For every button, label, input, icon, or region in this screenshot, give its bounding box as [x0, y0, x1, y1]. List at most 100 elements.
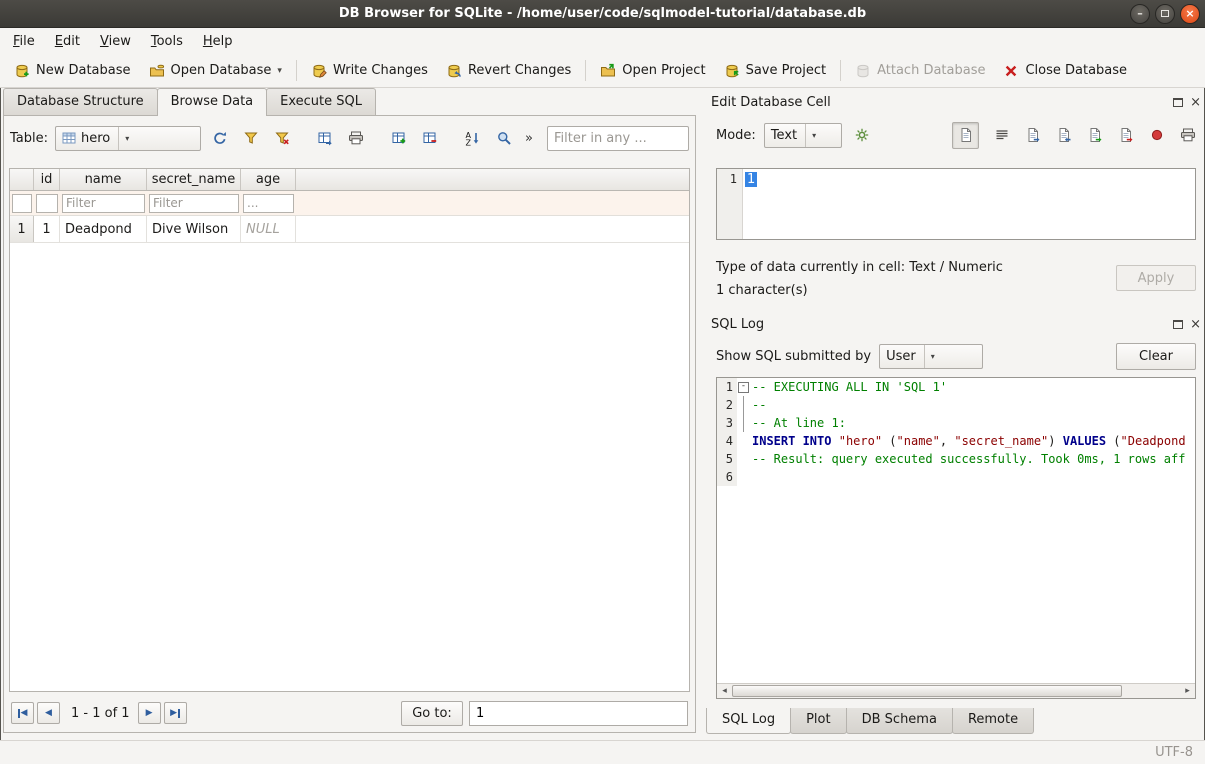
cell-editor[interactable]: 1 1	[716, 168, 1196, 240]
delete-record-icon[interactable]	[418, 126, 442, 150]
open-file-icon[interactable]	[1025, 127, 1041, 143]
column-header-age[interactable]: age	[241, 169, 296, 190]
right-panel: Edit Database Cell × Mode: Text ▾	[706, 88, 1205, 740]
line-number: 6	[717, 468, 737, 486]
filter-input-rownum[interactable]	[12, 194, 32, 213]
cell-name[interactable]: Deadpond	[60, 216, 147, 242]
fold-marker-icon[interactable]	[737, 378, 750, 396]
filter-input-name[interactable]	[62, 194, 145, 213]
first-record-button[interactable]: ◀	[11, 702, 34, 724]
cell-secret-name[interactable]: Dive Wilson	[147, 216, 241, 242]
cell-id[interactable]: 1	[34, 216, 60, 242]
close-panel-icon[interactable]: ×	[1190, 319, 1201, 330]
line-number: 3	[717, 414, 737, 432]
column-header-id[interactable]: id	[34, 169, 60, 190]
revert-changes-button[interactable]: Revert Changes	[437, 59, 580, 83]
sql-log-line: 2--	[717, 396, 1195, 414]
insert-record-icon[interactable]	[387, 126, 411, 150]
clear-filter-icon[interactable]	[270, 126, 294, 150]
horizontal-scrollbar[interactable]: ◂ ▸	[717, 683, 1195, 698]
sql-log-dock-icons: ×	[1173, 319, 1201, 330]
overflow-chevron[interactable]: »	[523, 131, 535, 146]
scrollbar-thumb[interactable]	[732, 685, 1122, 697]
close-button[interactable]: ×	[1180, 4, 1200, 24]
export-table-icon[interactable]	[313, 126, 337, 150]
main-area: Database Structure Browse Data Execute S…	[0, 88, 1205, 740]
filter-any-input[interactable]	[547, 126, 689, 151]
sql-log-code[interactable]: 1-- EXECUTING ALL IN 'SQL 1'2--3-- At li…	[717, 378, 1195, 683]
print-icon[interactable]	[1180, 127, 1196, 143]
close-database-button[interactable]: Close Database	[994, 59, 1136, 83]
tab-db-schema[interactable]: DB Schema	[846, 708, 953, 734]
clear-button[interactable]: Clear	[1116, 343, 1196, 370]
sort-icon[interactable]: AZ	[461, 126, 485, 150]
write-changes-button[interactable]: Write Changes	[302, 59, 437, 83]
table-row[interactable]: 11DeadpondDive WilsonNULL	[10, 216, 689, 243]
row-number: 1	[10, 216, 34, 242]
minimize-button[interactable]: –	[1130, 4, 1150, 24]
open-project-button[interactable]: Open Project	[591, 59, 714, 83]
mode-selector[interactable]: Text ▾	[764, 123, 842, 148]
column-header-name[interactable]: name	[60, 169, 147, 190]
set-null-icon[interactable]	[1149, 127, 1165, 143]
menu-file[interactable]: File	[3, 30, 45, 53]
float-panel-icon[interactable]	[1173, 320, 1183, 329]
cell-age[interactable]: NULL	[241, 216, 296, 242]
sql-log-view[interactable]: 1-- EXECUTING ALL IN 'SQL 1'2--3-- At li…	[716, 377, 1196, 699]
close-panel-icon[interactable]: ×	[1190, 97, 1201, 108]
text-mode-toggle[interactable]	[952, 122, 979, 149]
filter-input-id[interactable]	[36, 194, 58, 213]
filter-input-secret_name[interactable]	[149, 194, 239, 213]
previous-record-button[interactable]: ◀	[37, 702, 60, 724]
first-record-icon	[18, 709, 20, 718]
filter-row-filler	[296, 191, 689, 215]
tab-plot[interactable]: Plot	[790, 708, 847, 734]
menu-view[interactable]: View	[90, 30, 141, 53]
tab-database-structure[interactable]: Database Structure	[3, 88, 158, 115]
open-database-button[interactable]: Open Database ▾	[140, 59, 291, 83]
save-file-icon[interactable]	[1056, 127, 1072, 143]
open-database-dropdown-icon[interactable]: ▾	[277, 66, 282, 79]
save-project-label: Save Project	[746, 63, 827, 78]
filter-input-age[interactable]	[243, 194, 294, 213]
tab-sql-log[interactable]: SQL Log	[706, 708, 791, 734]
database-close-icon	[1003, 63, 1019, 79]
save-project-button[interactable]: Save Project	[715, 59, 836, 83]
scroll-left-icon[interactable]: ◂	[717, 686, 732, 696]
scroll-right-icon[interactable]: ▸	[1180, 686, 1195, 696]
mode-selector-value: Text	[771, 128, 797, 143]
filter-cell	[147, 191, 241, 215]
print-icon[interactable]	[344, 126, 368, 150]
export-icon[interactable]	[1118, 127, 1134, 143]
goto-button[interactable]: Go to:	[401, 701, 463, 726]
column-header-secret_name[interactable]: secret_name	[147, 169, 241, 190]
tab-remote[interactable]: Remote	[952, 708, 1034, 734]
menu-tools[interactable]: Tools	[141, 30, 193, 53]
record-range: 1 - 1 of 1	[71, 706, 130, 721]
maximize-button[interactable]	[1155, 4, 1175, 24]
find-record-icon[interactable]	[492, 126, 516, 150]
new-database-button[interactable]: New Database	[5, 59, 140, 83]
filter-cell	[241, 191, 296, 215]
tab-execute-sql[interactable]: Execute SQL	[266, 88, 376, 115]
sql-source-selector[interactable]: User ▾	[879, 344, 983, 369]
grid-body: 11DeadpondDive WilsonNULL	[10, 216, 689, 243]
fold-gutter	[737, 468, 750, 486]
toolbar-separator	[585, 60, 586, 81]
filter-icon[interactable]	[239, 126, 263, 150]
word-wrap-icon[interactable]	[994, 127, 1010, 143]
float-panel-icon[interactable]	[1173, 98, 1183, 107]
table-selector[interactable]: hero ▾	[55, 126, 201, 151]
import-icon[interactable]	[1087, 127, 1103, 143]
cell-editor-content[interactable]: 1	[743, 169, 759, 239]
last-record-button[interactable]: ▶	[164, 702, 187, 724]
refresh-icon[interactable]	[208, 126, 232, 150]
dock-tabs: SQL Log Plot DB Schema Remote	[706, 708, 1033, 734]
menu-edit[interactable]: Edit	[45, 30, 90, 53]
tab-browse-data[interactable]: Browse Data	[157, 88, 268, 116]
goto-input[interactable]	[469, 701, 688, 726]
gear-icon[interactable]	[850, 123, 874, 147]
scrollbar-track[interactable]	[732, 684, 1180, 698]
next-record-button[interactable]: ▶	[138, 702, 161, 724]
menu-help[interactable]: Help	[193, 30, 243, 53]
